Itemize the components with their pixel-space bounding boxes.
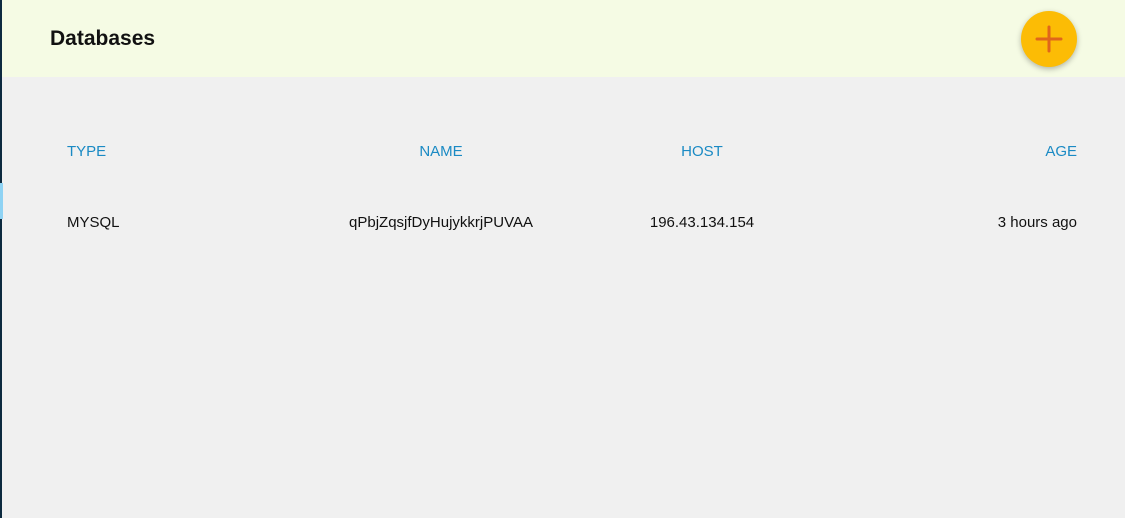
add-database-button[interactable] [1021, 11, 1077, 67]
cell-name[interactable]: qPbjZqsjfDyHujykkrjPUVAA [349, 213, 533, 233]
column-header-name[interactable]: NAME [419, 142, 462, 162]
table-row[interactable] [2, 196, 1125, 250]
plus-icon [1035, 25, 1063, 53]
column-header-type[interactable]: TYPE [67, 142, 106, 162]
cell-host: 196.43.134.154 [649, 214, 755, 231]
page-header: Databases [2, 0, 1125, 77]
sidebar-edge [0, 0, 2, 518]
cell-age: 3 hours ago [997, 214, 1077, 231]
column-header-age[interactable]: AGE [1045, 142, 1077, 162]
column-header-host[interactable]: HOST [681, 142, 723, 162]
page-title: Databases [50, 27, 156, 50]
cell-type: MYSQL [67, 214, 120, 231]
